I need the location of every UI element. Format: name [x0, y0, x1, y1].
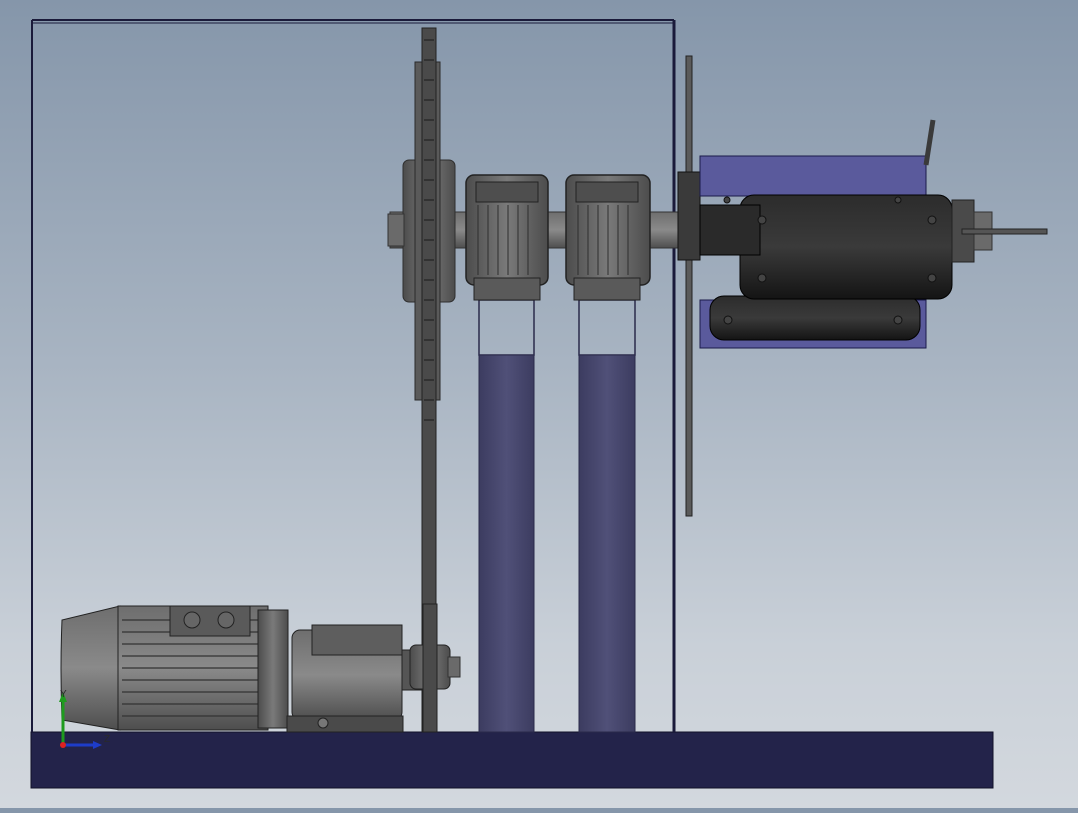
base-plate — [30, 731, 994, 789]
gearbox — [286, 624, 423, 733]
electric-motor — [60, 605, 289, 731]
cutter-head — [699, 119, 1048, 349]
triad-y-label: Y — [60, 689, 67, 700]
assembly-drawing: Y Z — [30, 19, 1048, 789]
support-post-left — [478, 299, 535, 733]
support-post-right — [578, 299, 636, 733]
triad-origin-icon — [60, 742, 66, 748]
triad-z-label: Z — [104, 734, 110, 745]
bearing-block-left — [465, 174, 549, 301]
flange-hub — [677, 171, 701, 261]
flange-disc — [685, 55, 693, 517]
cad-viewport[interactable]: Y Z — [0, 0, 1078, 808]
bearing-block-right — [565, 174, 651, 301]
small-sprocket — [409, 603, 461, 733]
